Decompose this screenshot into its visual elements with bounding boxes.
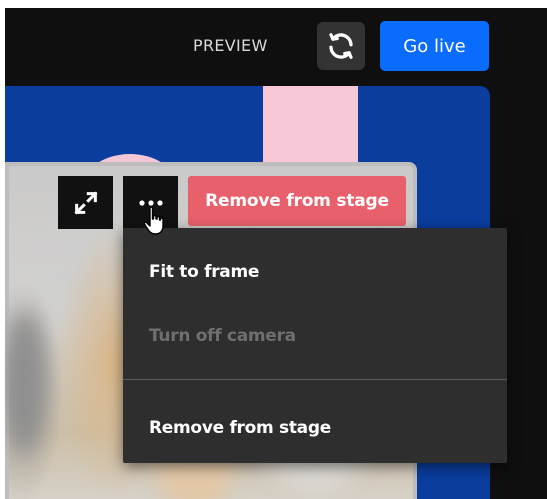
- app-window: PREVIEW Go live Remove from stage Fit to…: [5, 8, 547, 499]
- more-dots-icon: [138, 199, 163, 206]
- menu-item-fit-to-frame[interactable]: Fit to frame: [149, 262, 259, 282]
- camera-blur: [5, 312, 45, 452]
- menu-divider: [123, 379, 507, 380]
- refresh-button[interactable]: [317, 22, 365, 70]
- menu-item-remove-from-stage[interactable]: Remove from stage: [149, 418, 331, 438]
- more-options-button[interactable]: [123, 176, 178, 229]
- tile-options-menu: Fit to frame Turn off camera Remove from…: [123, 228, 507, 463]
- preview-label: PREVIEW: [193, 36, 268, 55]
- refresh-icon: [329, 33, 353, 59]
- expand-button[interactable]: [58, 176, 113, 229]
- expand-arrows-icon: [74, 191, 97, 214]
- remove-from-stage-button[interactable]: Remove from stage: [188, 176, 406, 226]
- go-live-button[interactable]: Go live: [380, 21, 489, 71]
- menu-item-turn-off-camera: Turn off camera: [149, 326, 296, 346]
